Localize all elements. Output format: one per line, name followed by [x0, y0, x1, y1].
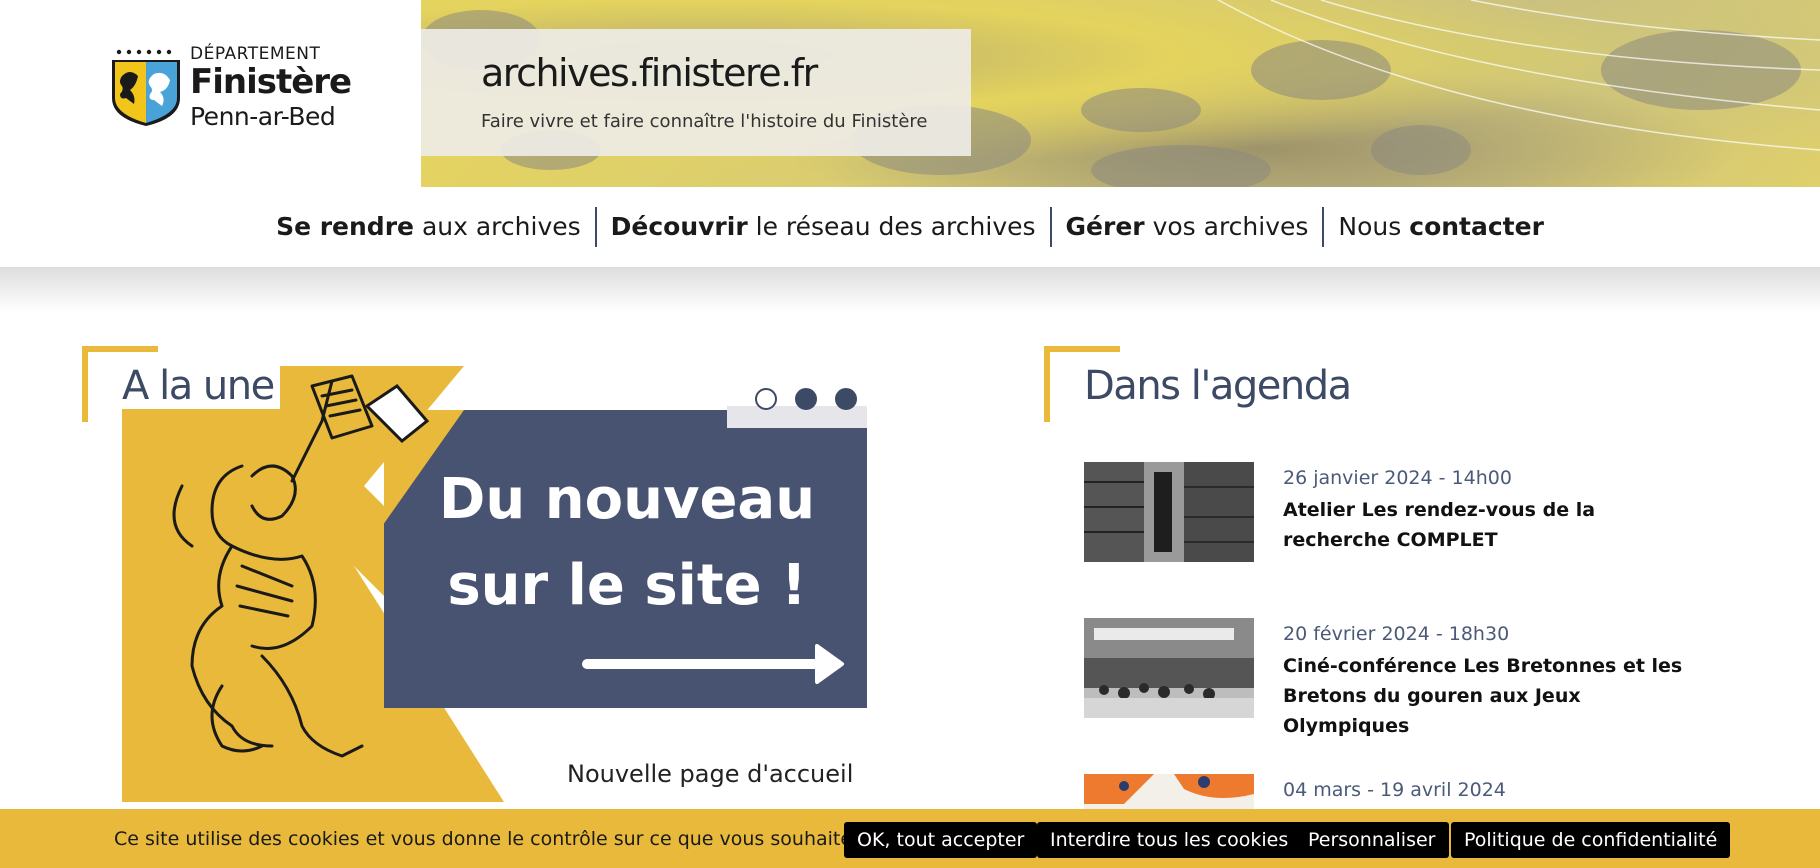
- nav-label-bold: contacter: [1409, 212, 1544, 241]
- deny-all-cookies-button[interactable]: Interdire tous les cookies: [1037, 822, 1302, 858]
- cookie-message: Ce site utilise des cookies et vous donn…: [114, 828, 934, 850]
- agenda-thumbnail[interactable]: [1084, 618, 1254, 718]
- slide-text-line1: Du nouveau: [439, 467, 815, 532]
- nav-label-rest: vos archives: [1144, 212, 1309, 241]
- finistere-logo[interactable]: DÉPARTEMENT Finistère Penn-ar-Bed: [110, 44, 352, 134]
- header-banner: archives.finistere.fr Faire vivre et fai…: [421, 0, 1820, 187]
- nav-label-rest: aux archives: [414, 212, 581, 241]
- nav-label-pre: Nous: [1338, 212, 1410, 241]
- agenda-date: 20 février 2024 - 18h30: [1283, 623, 1510, 645]
- une-heading: A la une: [116, 363, 280, 409]
- customize-cookies-button[interactable]: Personnaliser: [1295, 822, 1449, 858]
- coat-of-arms-icon: [112, 46, 180, 126]
- banner-title-box: archives.finistere.fr Faire vivre et fai…: [421, 29, 971, 156]
- carousel-dots: [755, 388, 857, 410]
- privacy-policy-button[interactable]: Politique de confidentialité: [1451, 822, 1731, 858]
- archive-shelves-photo: [1084, 462, 1254, 562]
- agenda-heading: Dans l'agenda: [1078, 363, 1357, 409]
- main-navigation: Se rendre aux archives Découvrir le rése…: [0, 187, 1820, 267]
- carousel-dot-2[interactable]: [795, 388, 817, 410]
- slide-text-line2: sur le site !: [447, 553, 806, 618]
- agenda-thumbnail[interactable]: [1084, 462, 1254, 562]
- carousel-dot-3[interactable]: [835, 388, 857, 410]
- agenda-date: 26 janvier 2024 - 14h00: [1283, 467, 1512, 489]
- logo-penn-ar-bed: Penn-ar-Bed: [190, 102, 336, 131]
- cookie-consent-bar: Ce site utilise des cookies et vous donn…: [0, 809, 1820, 868]
- nav-item-gerer[interactable]: Gérer vos archives: [1052, 207, 1323, 247]
- agenda-title[interactable]: Atelier Les rendez-vous de la recherche …: [1283, 495, 1703, 555]
- nav-label-bold: Se rendre: [276, 212, 414, 241]
- logo-finistere: Finistère: [190, 62, 352, 102]
- accept-all-cookies-button[interactable]: OK, tout accepter: [844, 822, 1038, 858]
- nav-label-rest: le réseau des archives: [747, 212, 1036, 241]
- agenda-title[interactable]: Ciné-conférence Les Bretonnes et les Bre…: [1283, 651, 1703, 741]
- nav-item-contacter[interactable]: Nous contacter: [1324, 207, 1558, 247]
- nav-item-decouvrir[interactable]: Découvrir le réseau des archives: [597, 207, 1050, 247]
- nav-label-bold: Découvrir: [610, 212, 748, 241]
- slide-caption[interactable]: Nouvelle page d'accueil: [567, 760, 853, 788]
- nav-shadow: [0, 267, 1820, 312]
- historic-street-photo: [1084, 618, 1254, 718]
- site-tagline: Faire vivre et faire connaître l'histoir…: [481, 111, 928, 132]
- site-header: DÉPARTEMENT Finistère Penn-ar-Bed archiv…: [0, 0, 1820, 187]
- agenda-date: 04 mars - 19 avril 2024: [1283, 779, 1506, 801]
- logo-departement: DÉPARTEMENT: [190, 44, 321, 64]
- carousel-dot-1[interactable]: [755, 388, 777, 410]
- slide-illustration: Du nouveau sur le site !: [122, 366, 867, 802]
- carousel-slide[interactable]: Du nouveau sur le site !: [122, 366, 867, 802]
- nav-item-se-rendre[interactable]: Se rendre aux archives: [262, 207, 595, 247]
- nav-label-bold: Gérer: [1065, 212, 1145, 241]
- site-title[interactable]: archives.finistere.fr: [481, 51, 818, 95]
